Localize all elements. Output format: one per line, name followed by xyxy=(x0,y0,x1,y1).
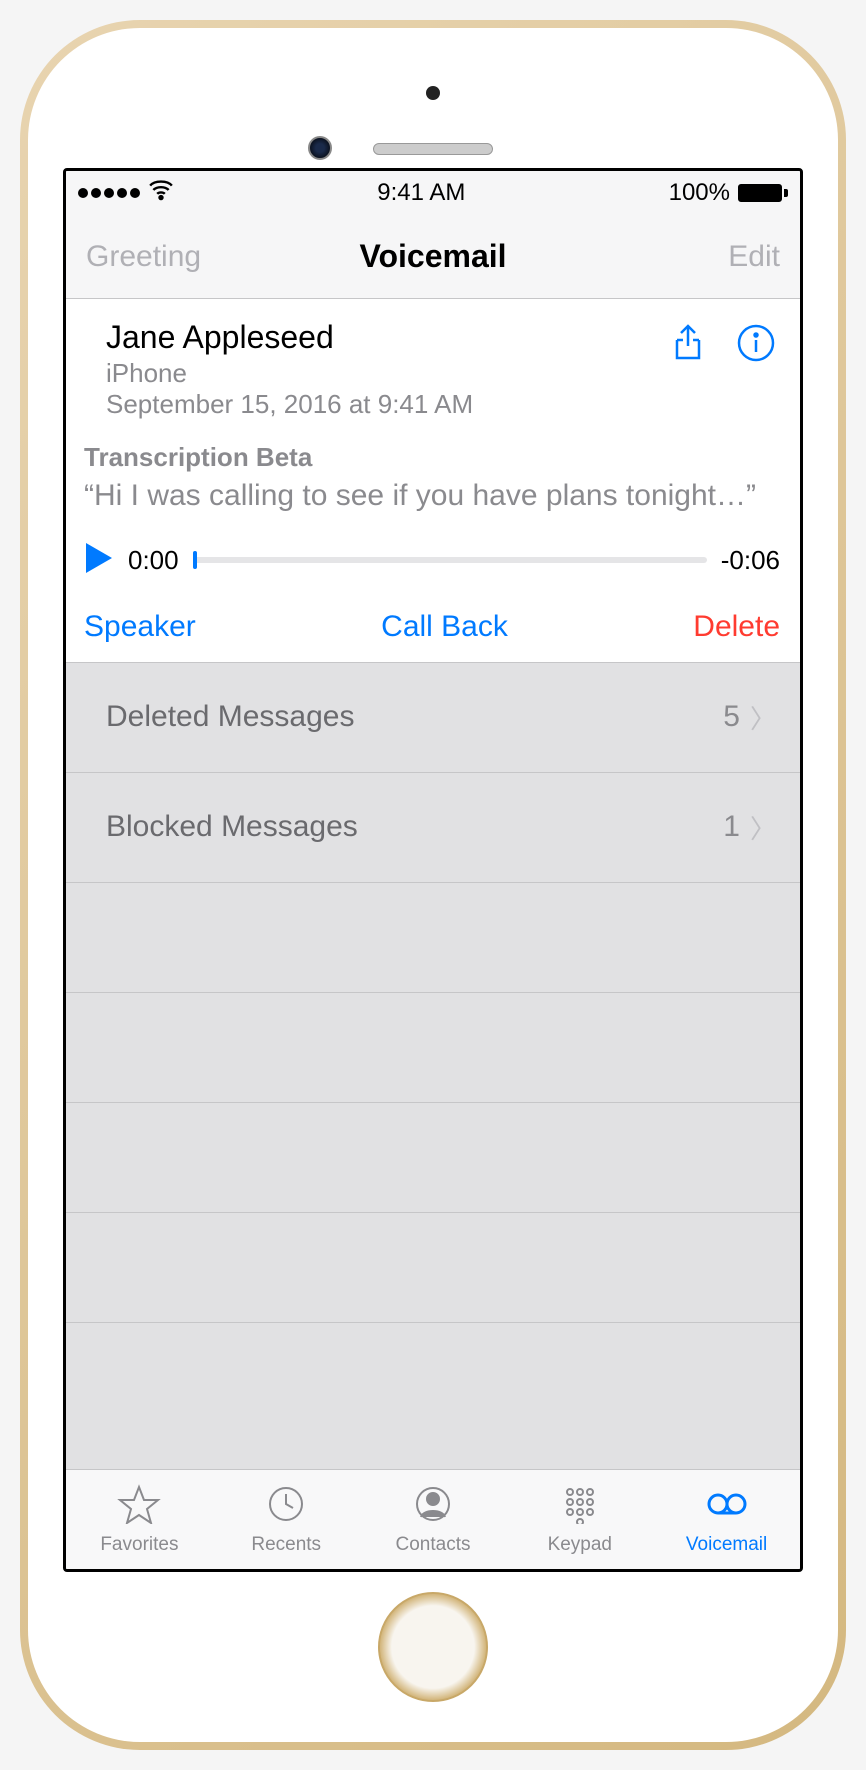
transcription-label: Transcription Beta xyxy=(84,442,780,473)
play-icon[interactable] xyxy=(84,541,114,580)
edit-button[interactable]: Edit xyxy=(650,240,780,274)
battery-icon xyxy=(738,184,788,202)
tab-recents[interactable]: Recents xyxy=(213,1470,360,1569)
deleted-messages-row[interactable]: Deleted Messages 5 〉 xyxy=(66,663,800,773)
device-frame: 9:41 AM 100% Greeting Voicemail Edit xyxy=(20,20,846,1750)
nav-bar: Greeting Voicemail Edit xyxy=(66,215,800,299)
playback-time-start: 0:00 xyxy=(128,545,179,576)
blocked-count: 1 xyxy=(723,810,740,844)
playback-time-remaining: -0:06 xyxy=(721,545,780,576)
person-icon xyxy=(411,1484,455,1530)
voicemail-entry: Jane Appleseed iPhone September 15, 2016… xyxy=(66,299,800,663)
status-time: 9:41 AM xyxy=(377,179,465,207)
list-label: Blocked Messages xyxy=(106,810,358,844)
chevron-right-icon: 〉 xyxy=(750,809,776,846)
empty-row xyxy=(66,993,800,1103)
tab-bar: Favorites Recents xyxy=(66,1469,800,1569)
list-label: Deleted Messages xyxy=(106,700,354,734)
clock-icon xyxy=(264,1484,308,1530)
empty-row xyxy=(66,1213,800,1323)
scrubber-thumb[interactable] xyxy=(193,551,197,569)
tab-label: Voicemail xyxy=(686,1534,767,1556)
audio-player: 0:00 -0:06 xyxy=(84,541,780,580)
call-back-button[interactable]: Call Back xyxy=(381,610,508,644)
voicemail-date: September 15, 2016 at 9:41 AM xyxy=(106,389,473,420)
tab-favorites[interactable]: Favorites xyxy=(66,1470,213,1569)
page-title: Voicemail xyxy=(359,238,506,275)
empty-row xyxy=(66,1103,800,1213)
tab-keypad[interactable]: Keypad xyxy=(506,1470,653,1569)
signal-strength-icon xyxy=(78,188,140,198)
blocked-messages-row[interactable]: Blocked Messages 1 〉 xyxy=(66,773,800,883)
speaker-button[interactable]: Speaker xyxy=(84,610,196,644)
greeting-button[interactable]: Greeting xyxy=(86,240,216,274)
tab-label: Recents xyxy=(251,1534,321,1556)
tab-label: Favorites xyxy=(100,1534,178,1556)
tab-label: Contacts xyxy=(396,1534,471,1556)
battery-percent: 100% xyxy=(669,179,730,207)
device-bezel: 9:41 AM 100% Greeting Voicemail Edit xyxy=(28,28,838,1742)
info-icon[interactable] xyxy=(736,323,776,368)
transcription-text: “Hi I was calling to see if you have pla… xyxy=(84,477,780,515)
wifi-icon xyxy=(148,177,174,210)
delete-button[interactable]: Delete xyxy=(693,610,780,644)
sensor-dot xyxy=(426,86,440,100)
tab-contacts[interactable]: Contacts xyxy=(360,1470,507,1569)
caller-name: Jane Appleseed xyxy=(106,319,473,356)
message-folders-list: Deleted Messages 5 〉 Blocked Messages 1 … xyxy=(66,663,800,1470)
speaker-grill xyxy=(373,143,493,155)
tab-voicemail[interactable]: Voicemail xyxy=(653,1470,800,1569)
status-bar: 9:41 AM 100% xyxy=(66,171,800,215)
front-camera xyxy=(308,136,332,160)
screen: 9:41 AM 100% Greeting Voicemail Edit xyxy=(63,168,803,1572)
chevron-right-icon: 〉 xyxy=(750,699,776,736)
deleted-count: 5 xyxy=(723,700,740,734)
tab-label: Keypad xyxy=(548,1534,612,1556)
empty-row xyxy=(66,883,800,993)
caller-source: iPhone xyxy=(106,358,473,389)
star-icon xyxy=(117,1484,161,1530)
keypad-icon xyxy=(558,1484,602,1530)
scrubber-track[interactable] xyxy=(193,557,707,563)
voicemail-icon xyxy=(705,1484,749,1530)
share-icon[interactable] xyxy=(668,323,708,368)
home-button[interactable] xyxy=(378,1592,488,1702)
